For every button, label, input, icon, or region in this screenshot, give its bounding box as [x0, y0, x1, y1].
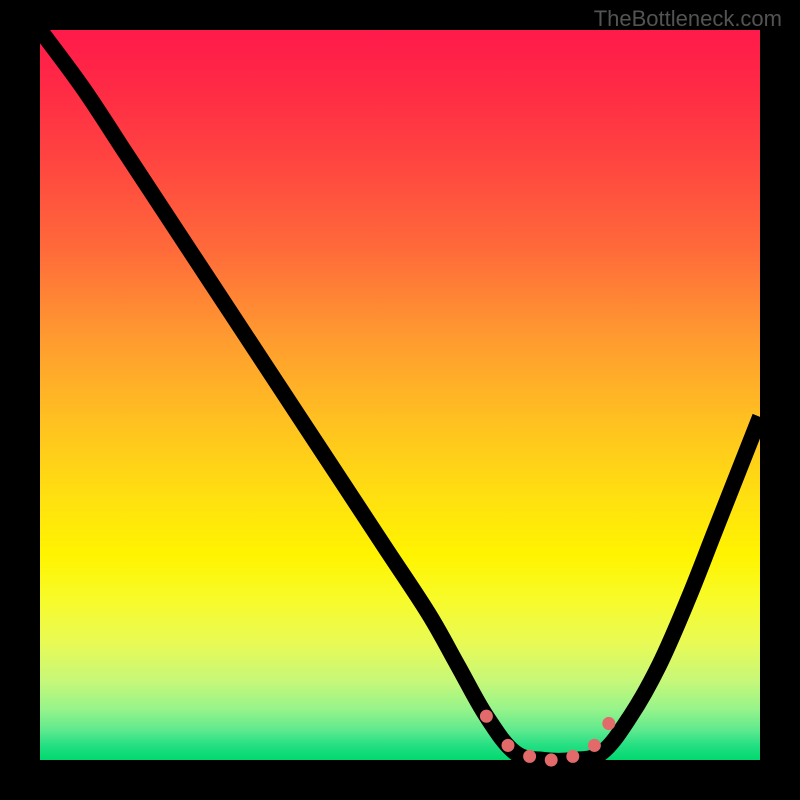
curve-marker [588, 739, 601, 752]
curve-marker [545, 753, 558, 766]
curve-marker [523, 750, 536, 763]
curve-marker [480, 710, 493, 723]
chart-svg [40, 30, 760, 760]
chart-container: TheBottleneck.com [0, 0, 800, 800]
watermark-text: TheBottleneck.com [594, 6, 782, 32]
plot-area [40, 30, 760, 760]
curve-marker [502, 739, 515, 752]
bottleneck-curve-line [40, 30, 760, 761]
curve-marker [566, 750, 579, 763]
curve-marker [602, 717, 615, 730]
